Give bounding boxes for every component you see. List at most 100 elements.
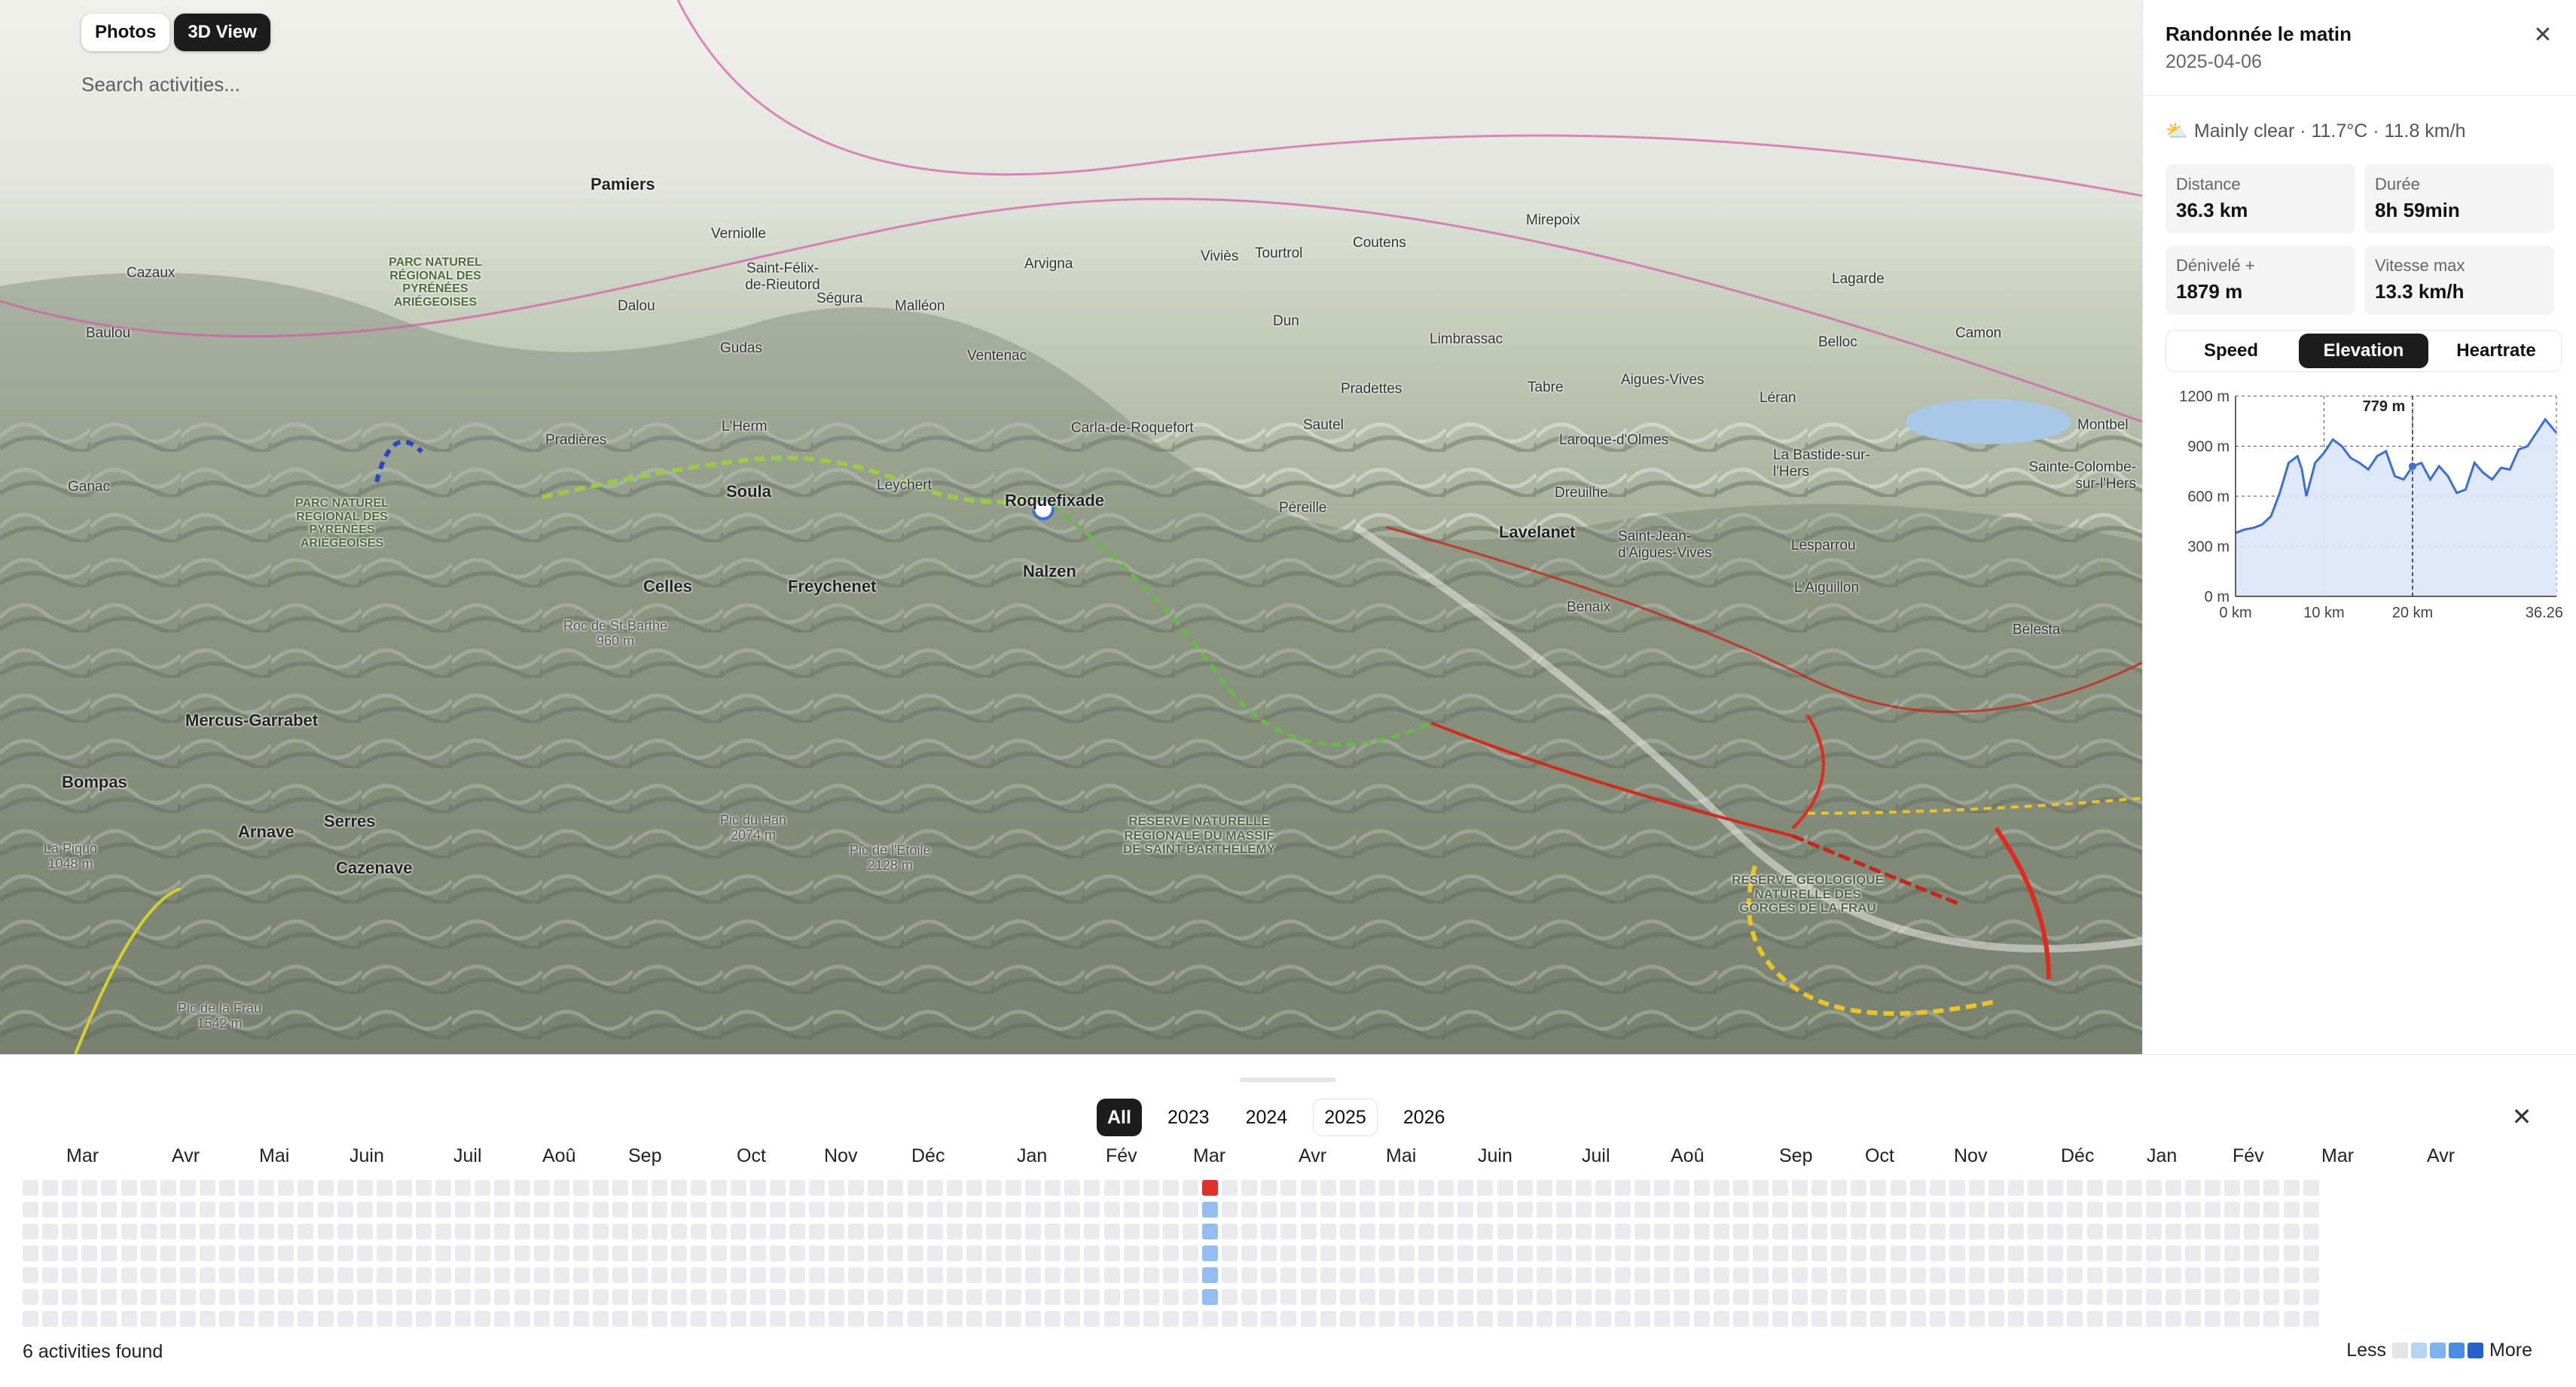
day-cell[interactable]	[2185, 1245, 2201, 1261]
day-cell[interactable]	[42, 1245, 59, 1261]
day-cell[interactable]	[278, 1289, 295, 1305]
day-cell[interactable]	[985, 1180, 1002, 1196]
day-cell[interactable]	[1162, 1267, 1179, 1283]
day-cell[interactable]	[809, 1267, 825, 1283]
day-cell[interactable]	[2106, 1180, 2123, 1196]
day-cell[interactable]	[1418, 1180, 1435, 1196]
day-cell[interactable]	[1693, 1202, 1710, 1218]
day-cell[interactable]	[533, 1311, 550, 1327]
day-cell[interactable]	[2283, 1224, 2300, 1239]
day-cell[interactable]	[435, 1245, 452, 1261]
day-cell[interactable]	[1300, 1267, 1317, 1283]
day-cell[interactable]	[2283, 1289, 2300, 1305]
day-cell[interactable]	[1457, 1289, 1474, 1305]
day-cell[interactable]	[1831, 1202, 1848, 1218]
day-cell[interactable]	[1006, 1267, 1021, 1283]
day-cell[interactable]	[101, 1202, 118, 1218]
day-cell[interactable]	[2086, 1289, 2103, 1305]
day-cell[interactable]	[1241, 1180, 1258, 1196]
day-cell[interactable]	[1300, 1202, 1317, 1218]
day-cell[interactable]	[1595, 1289, 1611, 1305]
day-cell[interactable]	[2067, 1267, 2083, 1283]
day-cell[interactable]	[1693, 1311, 1710, 1327]
day-cell[interactable]	[1457, 1267, 1474, 1283]
day-cell[interactable]	[2028, 1289, 2044, 1305]
day-cell[interactable]	[160, 1267, 176, 1283]
day-cell[interactable]	[1713, 1224, 1729, 1239]
day-cell[interactable]	[1477, 1289, 1494, 1305]
day-cell[interactable]	[1378, 1267, 1395, 1283]
day-cell[interactable]	[2263, 1267, 2280, 1283]
day-cell[interactable]	[789, 1245, 805, 1261]
day-cell[interactable]	[2185, 1267, 2201, 1283]
day-cell[interactable]	[435, 1224, 452, 1239]
day-cell[interactable]	[1064, 1245, 1081, 1261]
day-cell[interactable]	[1811, 1311, 1828, 1327]
day-cell[interactable]	[1359, 1245, 1375, 1261]
day-cell[interactable]	[1752, 1311, 1769, 1327]
day-cell[interactable]	[1555, 1245, 1572, 1261]
day-cell[interactable]	[2185, 1311, 2201, 1327]
day-cell[interactable]	[2303, 1245, 2319, 1261]
day-cell[interactable]	[219, 1224, 235, 1239]
day-cell[interactable]	[494, 1224, 511, 1239]
day-cell[interactable]	[829, 1180, 845, 1196]
day-cell[interactable]	[1162, 1245, 1179, 1261]
day-cell[interactable]	[1615, 1311, 1631, 1327]
day-cell[interactable]	[1968, 1245, 1985, 1261]
day-cell[interactable]	[1949, 1267, 1965, 1283]
day-cell[interactable]	[612, 1289, 628, 1305]
day-cell[interactable]	[160, 1245, 176, 1261]
day-cell[interactable]	[337, 1202, 353, 1218]
day-cell[interactable]	[2086, 1224, 2103, 1239]
day-cell[interactable]	[1732, 1245, 1749, 1261]
day-cell[interactable]	[219, 1202, 235, 1218]
day-cell[interactable]	[23, 1224, 38, 1239]
day-cell[interactable]	[887, 1202, 904, 1218]
day-cell[interactable]	[199, 1202, 215, 1218]
day-cell[interactable]	[2283, 1267, 2300, 1283]
day-cell[interactable]	[1084, 1245, 1100, 1261]
day-cell[interactable]	[1929, 1180, 1946, 1196]
day-cell[interactable]	[376, 1289, 392, 1305]
day-cell[interactable]	[2067, 1311, 2083, 1327]
day-cell[interactable]	[1241, 1224, 1258, 1239]
day-cell[interactable]	[1575, 1202, 1592, 1218]
day-cell[interactable]	[710, 1224, 727, 1239]
day-cell[interactable]	[2028, 1202, 2044, 1218]
day-cell[interactable]	[1634, 1202, 1651, 1218]
day-cell[interactable]	[1182, 1245, 1198, 1261]
day-cell[interactable]	[966, 1180, 982, 1196]
day-cell[interactable]	[907, 1180, 923, 1196]
day-cell[interactable]	[219, 1289, 235, 1305]
day-cell[interactable]	[926, 1224, 943, 1239]
day-cell[interactable]	[1595, 1267, 1611, 1283]
day-cell[interactable]	[533, 1289, 550, 1305]
day-cell[interactable]	[829, 1289, 845, 1305]
day-cell[interactable]	[494, 1267, 511, 1283]
day-cell[interactable]	[356, 1245, 373, 1261]
day-cell[interactable]	[435, 1267, 452, 1283]
day-cell[interactable]	[592, 1202, 609, 1218]
day-cell[interactable]	[1929, 1289, 1946, 1305]
day-cell[interactable]	[1438, 1202, 1454, 1218]
day-cell[interactable]	[140, 1245, 157, 1261]
day-cell[interactable]	[1615, 1224, 1631, 1239]
day-cell[interactable]	[1752, 1245, 1769, 1261]
day-cell[interactable]	[219, 1267, 235, 1283]
day-cell[interactable]	[1241, 1289, 1258, 1305]
day-cell[interactable]	[1438, 1224, 1454, 1239]
day-cell[interactable]	[985, 1202, 1002, 1218]
day-cell[interactable]	[1457, 1245, 1474, 1261]
day-cell[interactable]	[1595, 1311, 1611, 1327]
day-cell[interactable]	[2205, 1289, 2221, 1305]
day-cell[interactable]	[710, 1267, 727, 1283]
day-cell[interactable]	[1222, 1311, 1238, 1327]
day-cell[interactable]	[1025, 1180, 1042, 1196]
day-cell[interactable]	[298, 1311, 314, 1327]
day-cell[interactable]	[1890, 1224, 1906, 1239]
day-cell[interactable]	[1732, 1202, 1749, 1218]
day-cell[interactable]	[691, 1180, 707, 1196]
day-cell[interactable]	[2244, 1180, 2260, 1196]
day-cell[interactable]	[533, 1224, 550, 1239]
